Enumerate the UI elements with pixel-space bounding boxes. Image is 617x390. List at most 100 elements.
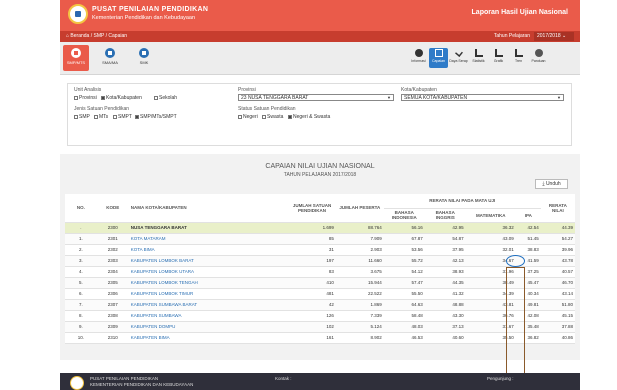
cell-no: 3.: [65, 255, 97, 267]
tool-label: Capaian: [431, 59, 446, 63]
tool-capaian[interactable]: Capaian: [429, 48, 448, 68]
cell-peserta: 8.902: [335, 332, 384, 344]
tab-smp-mts[interactable]: SMP/MTS: [63, 45, 89, 71]
org-name: PUSAT PENILAIAN PENDIDIKAN: [92, 6, 209, 13]
cell-nama[interactable]: KABUPATEN BIMA: [128, 332, 289, 344]
cell-bing: 37.13: [424, 321, 466, 333]
footer-contact: Kontak :: [275, 376, 292, 381]
tool-panduan[interactable]: Panduan: [529, 48, 548, 68]
cell-bind: 54.12: [383, 266, 425, 278]
cell-peserta: 88.764: [335, 222, 384, 234]
tab-smk[interactable]: SMK: [131, 45, 157, 71]
cell-nama[interactable]: KABUPATEN SUMBAWA BARAT: [128, 299, 289, 311]
cell-bind: 48.03: [383, 321, 425, 333]
cell-peserta: 11.660: [335, 255, 384, 267]
kota-value: SEMUA KOTA/KABUPATEN: [404, 95, 468, 101]
tool-label: Informasi: [411, 59, 426, 63]
navigation-row: SMP/MTS SMA/MA SMK Informasi Capaian Day…: [60, 42, 580, 75]
option-label: SMPT: [118, 114, 132, 120]
cell-bing: 44.35: [424, 277, 466, 289]
tool-label: Panduan: [531, 59, 546, 63]
header-bahasa-indonesia: BAHASA INDONESIA: [383, 208, 425, 223]
cell-no: 9.: [65, 321, 97, 333]
cell-rerata: 44.39: [540, 222, 575, 234]
provinsi-select[interactable]: 23 NUSA TENGGARA BARAT ▼: [238, 94, 394, 101]
book-icon: [434, 49, 443, 57]
year-select-value: 2017/2018: [537, 33, 561, 39]
cell-satuan: 31: [288, 244, 336, 256]
header-rerata: RERATA NILAI: [540, 194, 575, 223]
tool-daya-serap[interactable]: Daya Serap: [449, 48, 468, 68]
table-row: 5. 2305 KABUPATEN LOMBOK TENGAH 410 15.944 57…: [65, 277, 575, 289]
cell-satuan: 42: [288, 299, 336, 311]
jenis-option-smpt[interactable]: SMPT: [113, 114, 132, 120]
header-nama: NAMA KOTA/KABUPATEN: [128, 194, 289, 223]
option-label: Swasta: [267, 114, 284, 120]
cell-satuan: 83: [288, 266, 336, 278]
cell-bind: 56.16: [383, 222, 425, 234]
tool-tren[interactable]: Tren: [509, 48, 528, 68]
status-option-negeri[interactable]: Negeri: [238, 114, 258, 120]
unit-option-sekolah[interactable]: Sekolah: [154, 95, 177, 101]
footer-org-name: PUSAT PENILAIAN PENDIDIKAN: [90, 376, 159, 381]
cell-nama[interactable]: KABUPATEN DOMPU: [128, 321, 289, 333]
table-row: 3. 2303 KABUPATEN LOMBOK BARAT 197 11.660 55.…: [65, 255, 575, 267]
cell-kode: 2308: [96, 310, 129, 322]
cell-peserta: 22.522: [335, 288, 384, 300]
tool-grafik[interactable]: Grafik: [489, 48, 508, 68]
cell-peserta: 7.339: [335, 310, 384, 322]
breadcrumb[interactable]: ⌂ Beranda / SMP / Capaian: [66, 33, 127, 39]
tab-label: SMA/MA: [102, 60, 118, 65]
cell-nama[interactable]: KABUPATEN LOMBOK TIMUR: [128, 288, 289, 300]
cell-nama[interactable]: KABUPATEN LOMBOK BARAT: [128, 255, 289, 267]
status-option-both[interactable]: Negeri & Swasta: [288, 114, 330, 120]
unit-option-provinsi[interactable]: Provinsi: [74, 95, 97, 101]
unit-option-kota[interactable]: Kota/Kabupaten: [101, 95, 142, 101]
cell-rerata: 40.86: [540, 332, 575, 344]
table-row: 6. 2306 KABUPATEN LOMBOK TIMUR 481 22.522 55.…: [65, 288, 575, 300]
cell-nama[interactable]: KOTA MATARAM: [128, 233, 289, 245]
jenis-option-all[interactable]: SMP/MTs/SMPT: [135, 114, 177, 120]
cell-nama[interactable]: KABUPATEN LOMBOK UTARA: [128, 266, 289, 278]
cell-rerata: 40.57: [540, 266, 575, 278]
cell-satuan: 197: [288, 255, 336, 267]
report-title: CAPAIAN NILAI UJIAN NASIONAL: [265, 163, 375, 170]
dropdown-arrow-icon: ▼: [557, 95, 561, 100]
cell-no: 2.: [65, 244, 97, 256]
cell-bing: 40.60: [424, 332, 466, 344]
cell-rerata: 43.78: [540, 255, 575, 267]
option-label: MTs: [99, 114, 109, 120]
cell-nama[interactable]: KABUPATEN SUMBAWA: [128, 310, 289, 322]
download-icon: ⤓: [542, 181, 545, 187]
cell-kode: 2309: [96, 321, 129, 333]
jenis-option-mts[interactable]: MTs: [94, 114, 108, 120]
provinsi-label: Provinsi: [238, 87, 256, 93]
tab-sma-ma[interactable]: SMA/MA: [97, 45, 123, 71]
tool-statistik[interactable]: Statistik: [469, 48, 488, 68]
year-select[interactable]: 2017/2018 ⌄: [534, 32, 574, 41]
checkbox-icon: [154, 95, 158, 100]
cell-kode: 2305: [96, 277, 129, 289]
cell-mat: 43.09: [465, 233, 516, 245]
cell-satuan: 1.699: [288, 222, 336, 234]
cell-kode: 2307: [96, 299, 129, 311]
school-icon: [71, 48, 81, 58]
help-icon: [534, 49, 543, 57]
org-subtitle: Kementerian Pendidikan dan Kebudayaan: [92, 15, 196, 21]
cell-nama[interactable]: KABUPATEN LOMBOK TENGAH: [128, 277, 289, 289]
status-option-swasta[interactable]: Swasta: [262, 114, 283, 120]
tool-informasi[interactable]: Informasi: [409, 48, 428, 68]
header-rerata-mapel: RERATA NILAI PADA MATA UJI: [383, 194, 541, 209]
kota-select[interactable]: SEMUA KOTA/KABUPATEN ▼: [401, 94, 564, 101]
cell-nama[interactable]: KOTA BIMA: [128, 244, 289, 256]
header-bahasa-inggris: BAHASA INGGRIS: [424, 208, 466, 223]
download-button[interactable]: ⤓ Unduh: [535, 179, 568, 189]
option-label: SMP: [79, 114, 90, 120]
cell-bing: 54.87: [424, 233, 466, 245]
jenis-option-smp[interactable]: SMP: [74, 114, 90, 120]
option-label: Sekolah: [159, 95, 178, 101]
cell-kode: 2304: [96, 266, 129, 278]
header-kode: KODE: [96, 194, 129, 223]
gear-icon: [494, 49, 503, 57]
provinsi-value: 23 NUSA TENGGARA BARAT: [241, 95, 309, 101]
